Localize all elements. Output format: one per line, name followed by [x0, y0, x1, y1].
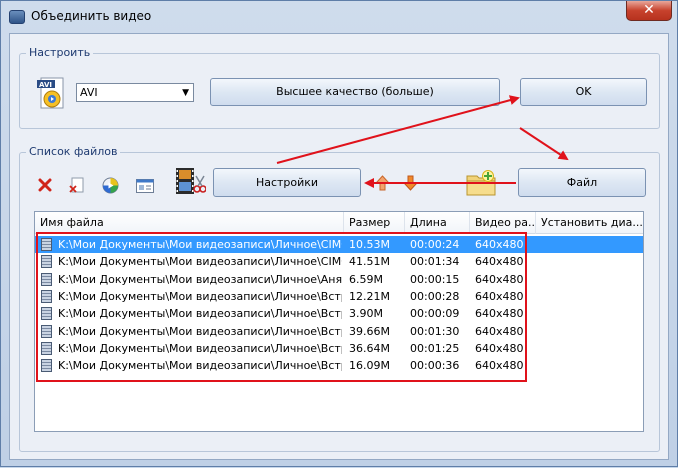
chevron-down-icon[interactable]: ▼ — [182, 85, 189, 102]
play-icon[interactable] — [102, 177, 119, 194]
file-button[interactable]: Файл — [518, 168, 646, 197]
svg-text:AVI: AVI — [39, 81, 52, 89]
cell-range — [541, 357, 643, 374]
format-select[interactable]: AVI ▼ — [76, 83, 194, 102]
file-list-group-legend: Список файлов — [26, 145, 121, 158]
move-down-icon[interactable] — [403, 175, 418, 191]
merge-video-window: Объединить видео ✕ Настроить AVI AVI ▼ В… — [0, 0, 678, 467]
column-header-name[interactable]: Имя файла — [35, 212, 344, 234]
column-header-size[interactable]: Размер — [344, 212, 405, 234]
window-title: Объединить видео — [31, 9, 152, 23]
properties-icon[interactable] — [136, 179, 154, 193]
cell-range — [541, 271, 643, 288]
close-button[interactable]: ✕ — [626, 1, 672, 21]
cell-range — [541, 340, 643, 357]
highlight-frame — [36, 232, 527, 382]
cell-range — [541, 253, 643, 270]
column-header-range[interactable]: Установить диа... — [536, 212, 643, 234]
folder-add-icon[interactable] — [466, 169, 496, 196]
move-up-icon[interactable] — [375, 175, 390, 191]
settings-group-legend: Настроить — [26, 46, 94, 59]
cell-range — [541, 305, 643, 322]
cell-range — [541, 323, 643, 340]
app-icon — [9, 10, 25, 24]
table-header: Имя файла Размер Длина Видео ра... Устан… — [35, 212, 643, 234]
title-bar[interactable]: Объединить видео ✕ — [1, 1, 677, 33]
ok-button[interactable]: OK — [520, 78, 647, 106]
column-header-video[interactable]: Видео ра... — [470, 212, 536, 234]
clear-icon[interactable] — [69, 177, 85, 194]
delete-icon[interactable] — [38, 178, 52, 192]
settings-button[interactable]: Настройки — [213, 168, 361, 197]
format-select-value: AVI — [80, 86, 98, 99]
column-header-length[interactable]: Длина — [405, 212, 470, 234]
quality-button[interactable]: Высшее качество (больше) — [210, 78, 500, 106]
cell-range — [541, 288, 643, 305]
cell-range — [541, 236, 643, 253]
avi-format-icon: AVI — [37, 77, 64, 109]
film-edit-icon[interactable] — [175, 167, 206, 195]
